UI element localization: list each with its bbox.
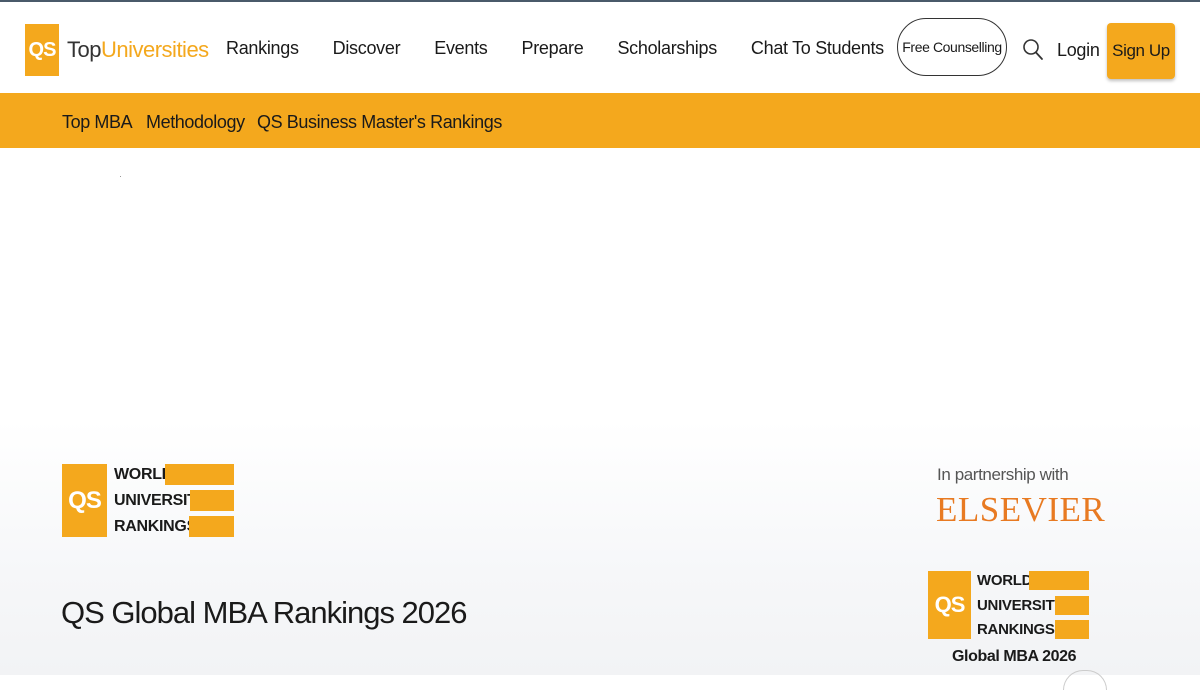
nav-events[interactable]: Events	[434, 38, 487, 59]
elsevier-logo: ELSEVIER	[936, 490, 1105, 530]
search-icon	[1022, 38, 1044, 62]
search-button[interactable]	[1021, 38, 1045, 62]
wur-line-rankings: RANKINGS	[107, 518, 189, 536]
wur-row-university: UNIVERSITY	[107, 490, 234, 511]
nav-chat-to-students[interactable]: Chat To Students	[751, 38, 884, 59]
qs-logo-mark: QS	[25, 24, 59, 76]
wur-line-world: WORLD	[107, 466, 165, 484]
badge-line-world: WORLD	[971, 572, 1029, 589]
main-nav: Rankings Discover Events Prepare Scholar…	[226, 38, 918, 59]
topuniversities-logo[interactable]: QS TopUniversities	[25, 24, 209, 76]
sign-up-button[interactable]: Sign Up	[1107, 23, 1175, 79]
site-header: QS TopUniversities Rankings Discover Eve…	[0, 2, 1200, 93]
world-university-rankings-logo: QS WORLD UNIVERSITY RANKINGS	[62, 464, 234, 537]
rankings-subnav: Top MBA Methodology QS Business Master's…	[0, 93, 1200, 148]
wur-line-university: UNIVERSITY	[107, 492, 190, 510]
badge-caption: Global MBA 2026	[952, 648, 1076, 666]
logo-text-universities: Universities	[101, 37, 209, 62]
wur-text-block: WORLD UNIVERSITY RANKINGS	[107, 464, 234, 537]
global-mba-badge: QS WORLD UNIVERSITY RANKINGS	[928, 571, 1089, 639]
badge-text-block: WORLD UNIVERSITY RANKINGS	[971, 571, 1089, 639]
badge-bar	[1055, 596, 1089, 615]
badge-row-rankings: RANKINGS	[971, 620, 1089, 639]
wur-bar	[190, 490, 234, 511]
wur-row-rankings: RANKINGS	[107, 516, 234, 537]
wur-row-world: WORLD	[107, 464, 234, 485]
partnership-text: In partnership with	[937, 465, 1068, 485]
logo-wordmark: TopUniversities	[67, 37, 209, 63]
login-link[interactable]: Login	[1057, 40, 1100, 61]
nav-scholarships[interactable]: Scholarships	[617, 38, 716, 59]
subnav-business-masters-rankings[interactable]: QS Business Master's Rankings	[257, 112, 502, 133]
nav-discover[interactable]: Discover	[333, 38, 401, 59]
badge-line-rankings: RANKINGS	[971, 621, 1055, 638]
subnav-methodology[interactable]: Methodology	[146, 112, 245, 133]
nav-prepare[interactable]: Prepare	[522, 38, 584, 59]
page-title: QS Global MBA Rankings 2026	[61, 595, 467, 631]
wur-bar	[165, 464, 234, 485]
badge-row-university: UNIVERSITY	[971, 596, 1089, 615]
nav-rankings[interactable]: Rankings	[226, 38, 299, 59]
badge-qs-mark: QS	[928, 571, 971, 639]
badge-row-world: WORLD	[971, 571, 1089, 590]
badge-line-university: UNIVERSITY	[971, 597, 1055, 614]
logo-text-top: Top	[67, 37, 101, 62]
wur-bar	[189, 516, 234, 537]
subnav-top-mba[interactable]: Top MBA	[62, 112, 132, 133]
badge-bar	[1029, 571, 1089, 590]
free-counselling-button[interactable]: Free Counselling	[897, 18, 1007, 76]
stray-dot	[120, 176, 121, 177]
badge-bar	[1055, 620, 1089, 639]
wur-qs-mark: QS	[62, 464, 107, 537]
